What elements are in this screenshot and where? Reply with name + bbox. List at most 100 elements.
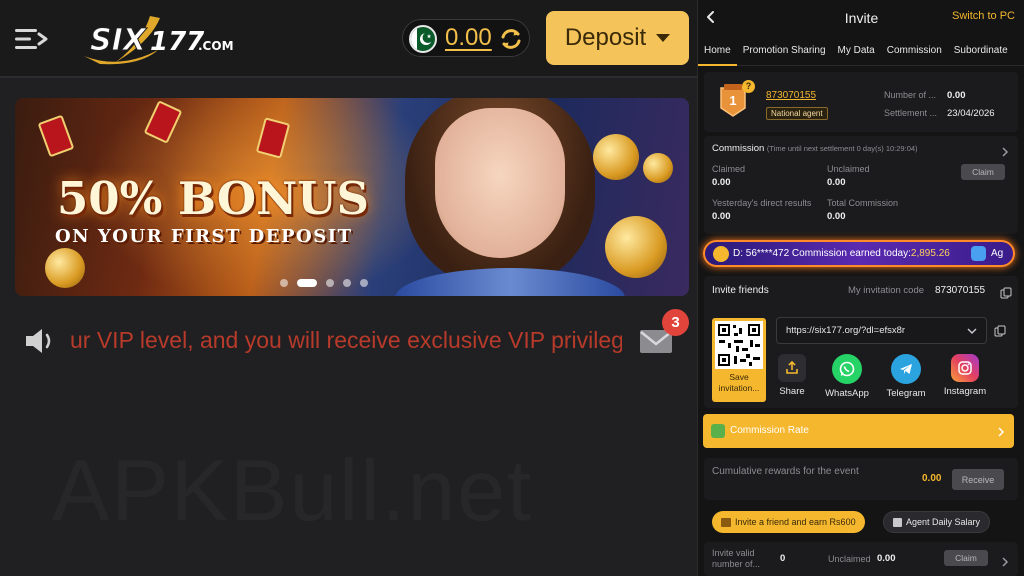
- copy-code-icon[interactable]: [1000, 286, 1012, 299]
- whatsapp-icon: [832, 354, 862, 384]
- svg-text:.COM: .COM: [198, 39, 234, 53]
- announcement-marquee[interactable]: ur VIP level, and you will receive exclu…: [70, 327, 622, 354]
- deposit-label: Deposit: [564, 24, 647, 51]
- save-invitation-label: Save invitation...: [718, 372, 760, 393]
- commission-ticker: D: 56****472 Commission earned today:2,8…: [703, 240, 1015, 267]
- mail-count-badge: 3: [662, 309, 689, 336]
- invite-earn-label: Invite a friend and earn Rs600: [735, 517, 856, 527]
- tab-subordinate[interactable]: Subordinate: [948, 40, 1014, 66]
- playing-card-decoration: [37, 114, 75, 158]
- main-site: SIX 177 .COM 0.00 Deposit 50% BONUS ON Y…: [0, 0, 697, 576]
- gold-coin-decoration: [593, 134, 639, 180]
- bottom-unclaimed-label: Unclaimed: [828, 554, 871, 564]
- total-commission-value: 0.00: [827, 211, 846, 222]
- chevron-right-icon[interactable]: [1000, 554, 1010, 567]
- settlement-label: Settlement ...: [884, 108, 938, 118]
- agent-daily-salary-button[interactable]: Agent Daily Salary: [883, 511, 991, 533]
- receive-button[interactable]: Receive: [952, 469, 1004, 490]
- number-value: 0.00: [947, 90, 966, 101]
- invitation-code[interactable]: 873070155: [935, 285, 985, 296]
- top-bar: SIX 177 .COM 0.00 Deposit: [0, 0, 697, 78]
- share-icon: [778, 354, 806, 382]
- invitation-link-select[interactable]: https://six177.org/?dl=efsx8r: [776, 317, 987, 344]
- svg-text:SIX: SIX: [90, 23, 148, 58]
- tab-home[interactable]: Home: [698, 40, 737, 66]
- carousel-dots: [280, 279, 368, 287]
- total-commission-label: Total Commission: [827, 198, 899, 208]
- commission-rate-button[interactable]: Commission Rate: [703, 414, 1014, 448]
- instagram-label: Instagram: [943, 386, 987, 397]
- wallet-balance[interactable]: 0.00: [402, 19, 530, 57]
- invite-friends-title: Invite friends: [712, 285, 769, 296]
- save-invitation-qr[interactable]: Save invitation...: [712, 318, 766, 402]
- ticker-message: D: 56****472 Commission earned today:: [733, 248, 911, 259]
- chevron-down-icon: [966, 324, 978, 336]
- qr-code-icon: [715, 321, 763, 369]
- settlement-countdown: (Time until next settlement 0 day(s) 10:…: [766, 144, 918, 153]
- agent-id[interactable]: 873070155: [766, 90, 816, 101]
- ticker-amount: 2,895.26: [910, 248, 950, 259]
- agent-avatar-icon: [971, 246, 986, 261]
- telegram-button[interactable]: Telegram: [881, 354, 931, 399]
- ticker-tail: Ag: [991, 248, 1004, 259]
- share-button[interactable]: Share: [767, 354, 817, 397]
- carousel-dot[interactable]: [326, 279, 334, 287]
- invite-valid-card: Invite valid number of... 0 Unclaimed 0.…: [704, 542, 1018, 576]
- banner-subline: ON YOUR FIRST DEPOSIT: [55, 226, 353, 247]
- copy-link-icon[interactable]: [994, 324, 1006, 337]
- caret-down-icon: [656, 34, 671, 42]
- telegram-label: Telegram: [886, 388, 926, 399]
- switch-to-pc-link[interactable]: Switch to PC: [952, 10, 1015, 22]
- number-label: Number of ...: [884, 90, 937, 100]
- yesterday-results-label: Yesterday's direct results: [712, 198, 812, 208]
- carousel-dot[interactable]: [343, 279, 351, 287]
- agent-rank-number: 1: [729, 93, 737, 108]
- invite-panel: Invite Switch to PC Home Promotion Shari…: [697, 0, 1024, 576]
- invite-earn-button[interactable]: Invite a friend and earn Rs600: [712, 511, 865, 533]
- help-icon[interactable]: ?: [742, 80, 755, 93]
- bottom-unclaimed-value: 0.00: [877, 553, 896, 564]
- gift-icon: [721, 517, 731, 527]
- menu-icon[interactable]: [14, 26, 50, 52]
- deposit-button[interactable]: Deposit: [546, 11, 689, 65]
- chevron-right-icon[interactable]: [1000, 144, 1010, 157]
- carousel-dot-active[interactable]: [297, 279, 317, 287]
- carousel-dot[interactable]: [360, 279, 368, 287]
- cumulative-rewards-value: 0.00: [922, 473, 942, 484]
- invitation-code-label: My invitation code: [848, 285, 925, 296]
- instagram-button[interactable]: Instagram: [940, 354, 990, 397]
- panel-header: Invite Switch to PC: [698, 0, 1024, 36]
- speaker-icon: [23, 326, 57, 356]
- unclaimed-value: 0.00: [827, 177, 846, 188]
- commission-header: Commission (Time until next settlement 0…: [712, 143, 918, 154]
- commission-card: Commission (Time until next settlement 0…: [704, 136, 1018, 234]
- refresh-icon[interactable]: [497, 25, 525, 53]
- cumulative-rewards-label: Cumulative rewards for the event: [712, 466, 859, 477]
- banner-headline: 50% BONUS: [57, 172, 369, 225]
- claim-button[interactable]: Claim: [961, 164, 1005, 180]
- tab-promotion-sharing[interactable]: Promotion Sharing: [737, 40, 832, 66]
- agent-level-badge: National agent: [766, 107, 828, 120]
- claimed-label: Claimed: [712, 164, 746, 174]
- whatsapp-button[interactable]: WhatsApp: [822, 354, 872, 399]
- gold-coin-decoration: [45, 248, 85, 288]
- telegram-icon: [891, 354, 921, 384]
- watermark-text: APKBull.net: [52, 442, 533, 541]
- commission-title: Commission: [712, 143, 765, 154]
- settlement-date: 23/04/2026: [947, 108, 995, 119]
- agent-info-card: 1 ? 873070155 National agent Number of .…: [704, 72, 1018, 132]
- invite-valid-value: 0: [780, 553, 786, 564]
- tab-commission[interactable]: Commission: [881, 40, 948, 66]
- carousel-dot[interactable]: [280, 279, 288, 287]
- site-logo[interactable]: SIX 177 .COM: [80, 12, 240, 68]
- promo-banner[interactable]: 50% BONUS ON YOUR FIRST DEPOSIT: [15, 98, 689, 296]
- tab-my-data[interactable]: My Data: [832, 40, 881, 66]
- panel-tabs: Home Promotion Sharing My Data Commissio…: [698, 40, 1024, 66]
- agent-daily-salary-label: Agent Daily Salary: [906, 517, 981, 527]
- instagram-icon: [951, 354, 979, 382]
- bottom-claim-button[interactable]: Claim: [944, 550, 988, 566]
- money-icon: [711, 424, 725, 438]
- claimed-value: 0.00: [712, 177, 731, 188]
- invitation-link: https://six177.org/?dl=efsx8r: [786, 325, 906, 336]
- calendar-icon: [893, 517, 902, 527]
